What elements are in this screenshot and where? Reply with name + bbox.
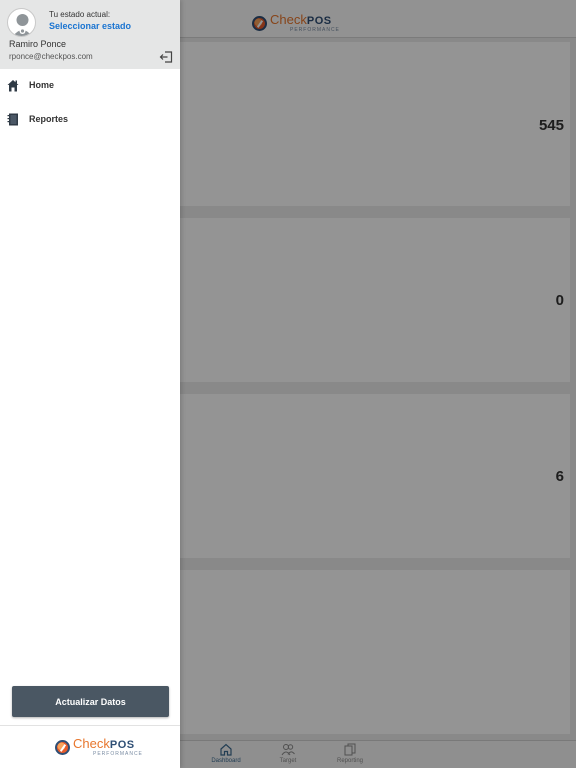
notebook-icon	[7, 113, 18, 126]
checkpos-logo-icon	[55, 739, 70, 755]
divider	[0, 725, 180, 726]
home-icon	[7, 80, 19, 92]
sidebar-item-label: Home	[29, 80, 55, 90]
drawer-header: Tu estado actual: Seleccionar estado Ram…	[0, 0, 180, 69]
sidebar-item-home[interactable]: Home	[0, 73, 180, 99]
sidebar-item-reportes[interactable]: Reportes	[0, 107, 180, 133]
logout-icon[interactable]	[159, 50, 173, 64]
user-name: Ramiro Ponce	[9, 39, 67, 49]
user-email: rponce@checkpos.com	[9, 52, 93, 61]
logo-tagline: PERFORMANCE	[93, 751, 143, 757]
select-status-link[interactable]: Seleccionar estado	[49, 21, 131, 31]
status-caption: Tu estado actual:	[49, 10, 111, 19]
side-drawer: Tu estado actual: Seleccionar estado Ram…	[0, 0, 180, 768]
logo-text-check: Check	[73, 736, 110, 751]
update-data-button[interactable]: Actualizar Datos	[12, 686, 169, 717]
logo-text-pos: POS	[109, 739, 135, 751]
avatar[interactable]	[7, 8, 36, 37]
user-avatar-icon	[13, 14, 32, 36]
drawer-footer-logo: CheckPOS PERFORMANCE	[55, 737, 143, 757]
sidebar-item-label: Reportes	[29, 114, 69, 124]
